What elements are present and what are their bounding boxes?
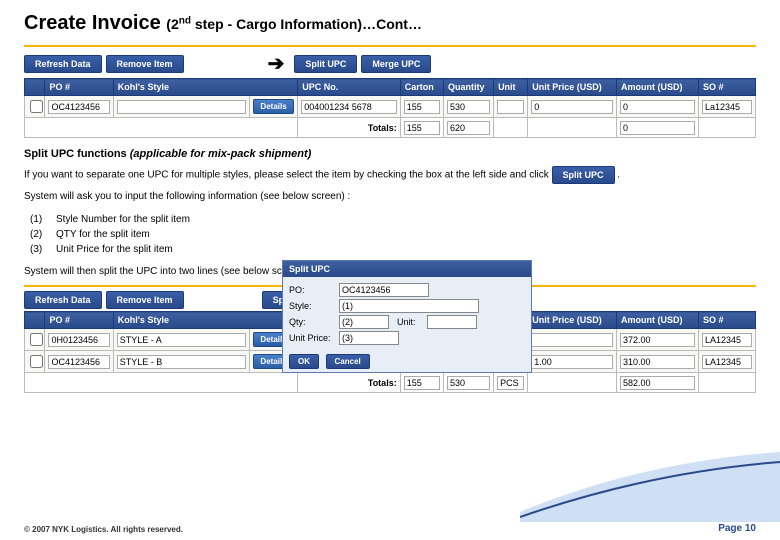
- copyright: © 2007 NYK Logistics. All rights reserve…: [24, 525, 183, 534]
- merge-upc-button[interactable]: Merge UPC: [361, 55, 431, 73]
- details-button[interactable]: Details: [253, 99, 293, 114]
- dialog-cancel-button[interactable]: Cancel: [326, 354, 370, 369]
- dialog-qty-input[interactable]: [339, 315, 389, 329]
- refresh-button[interactable]: Refresh Data: [24, 291, 102, 309]
- dialog-style-input[interactable]: [339, 299, 479, 313]
- numbered-list: (1)Style Number for the split item (2)QT…: [30, 212, 756, 257]
- split-upc-button[interactable]: Split UPC: [294, 55, 357, 73]
- refresh-button[interactable]: Refresh Data: [24, 55, 102, 73]
- col-upc: UPC No.: [298, 79, 400, 96]
- upc-input[interactable]: [301, 100, 396, 114]
- cargo-grid-1: PO # Kohl's Style UPC No. Carton Quantit…: [24, 78, 756, 138]
- tot-qty: [447, 121, 490, 135]
- row-checkbox[interactable]: [30, 333, 43, 346]
- style-input[interactable]: [117, 100, 247, 114]
- table-row: Details: [25, 96, 756, 118]
- col-qty: Quantity: [443, 79, 493, 96]
- unit-input[interactable]: [497, 100, 524, 114]
- dialog-ok-button[interactable]: OK: [289, 354, 319, 369]
- section-heading: Split UPC functions (applicable for mix-…: [24, 148, 756, 160]
- qty-input[interactable]: [447, 100, 490, 114]
- col-amount: Amount (USD): [617, 79, 699, 96]
- row-checkbox[interactable]: [30, 355, 43, 368]
- carton-input[interactable]: [404, 100, 440, 114]
- tot-carton: [404, 121, 440, 135]
- col-carton: Carton: [400, 79, 443, 96]
- po-input[interactable]: [48, 100, 109, 114]
- paragraph: If you want to separate one UPC for mult…: [24, 166, 756, 184]
- page-title: Create Invoice (2nd step - Cargo Informa…: [24, 12, 756, 35]
- remove-button[interactable]: Remove Item: [106, 291, 184, 309]
- remove-button[interactable]: Remove Item: [106, 55, 184, 73]
- toolbar-1: Refresh Data Remove Item ➔ Split UPC Mer…: [24, 49, 756, 78]
- totals-row: Totals:: [25, 373, 756, 393]
- col-style: Kohl's Style: [113, 79, 297, 96]
- totals-row: Totals:: [25, 118, 756, 138]
- divider: [24, 45, 756, 47]
- tot-amount: [620, 121, 695, 135]
- so-input[interactable]: [702, 100, 752, 114]
- swoosh-graphic: [520, 452, 780, 522]
- col-unit: Unit: [494, 79, 528, 96]
- paragraph: System will ask you to input the followi…: [24, 190, 756, 204]
- row-checkbox[interactable]: [30, 100, 43, 113]
- uprice-input[interactable]: [531, 100, 613, 114]
- col-so: SO #: [699, 79, 756, 96]
- col-po: PO #: [45, 79, 113, 96]
- split-upc-inline-button[interactable]: Split UPC: [552, 166, 615, 184]
- col-uprice: Unit Price (USD): [528, 79, 617, 96]
- amount-input[interactable]: [620, 100, 695, 114]
- page-number: Page 10: [718, 523, 756, 534]
- dialog-unit-input[interactable]: [427, 315, 477, 329]
- dialog-uprice-input[interactable]: [339, 331, 399, 345]
- arrow-right-icon: ➔: [268, 51, 285, 76]
- dialog-title: Split UPC: [283, 261, 531, 277]
- split-upc-dialog: Split UPC PO: Style: Qty:Unit: Unit Pric…: [282, 260, 532, 373]
- dialog-po-input[interactable]: [339, 283, 429, 297]
